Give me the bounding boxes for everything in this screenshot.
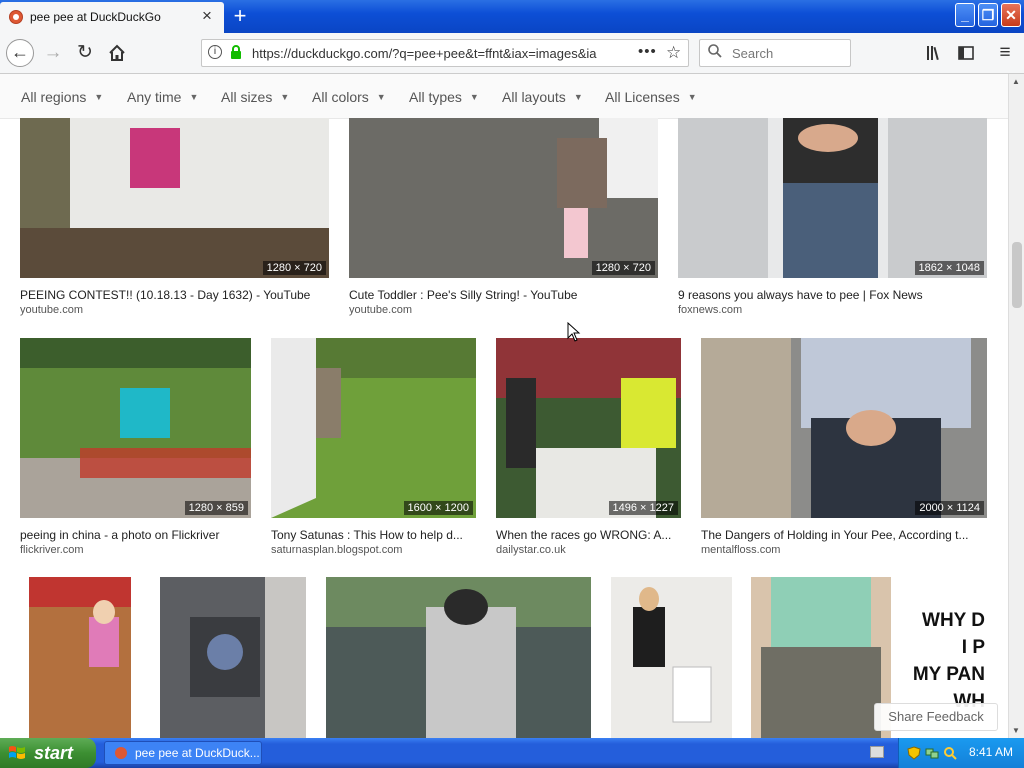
- chevron-down-icon: ▼: [687, 92, 697, 102]
- browser-tab[interactable]: pee pee at DuckDuckGo ×: [0, 2, 224, 33]
- result-thumbnail[interactable]: [160, 577, 306, 738]
- library-icon[interactable]: [920, 40, 948, 66]
- scroll-down-icon[interactable]: ▼: [1012, 726, 1020, 735]
- chevron-down-icon: ▼: [280, 92, 290, 102]
- new-tab-button[interactable]: +: [229, 4, 251, 28]
- result-caption[interactable]: When the races go WRONG: A...: [496, 528, 681, 542]
- scroll-up-icon[interactable]: ▲: [1012, 77, 1020, 86]
- system-tray: 8:41 AM: [898, 738, 1024, 768]
- duckduckgo-favicon-icon: [9, 10, 23, 24]
- image-filter-bar: All regions ▼ Any time ▼ All sizes ▼ All co…: [0, 74, 1008, 119]
- share-feedback-button[interactable]: Share Feedback: [874, 703, 998, 731]
- address-bar[interactable]: i https://duckduckgo.com/?q=pee+pee&t=ff…: [201, 39, 689, 67]
- system-clock: 8:41 AM: [969, 745, 1014, 759]
- result-source[interactable]: mentalfloss.com: [701, 544, 780, 556]
- filter-licenses[interactable]: All Licenses ▼: [605, 89, 697, 105]
- home-icon[interactable]: [103, 40, 131, 66]
- chevron-down-icon: ▼: [94, 92, 104, 102]
- menu-hamburger-icon[interactable]: ≡: [991, 40, 1019, 66]
- chevron-down-icon: ▼: [469, 92, 479, 102]
- search-icon: [708, 44, 722, 61]
- window-close-button[interactable]: ✕: [1001, 3, 1021, 27]
- filter-regions[interactable]: All regions ▼: [21, 89, 103, 105]
- result-source[interactable]: youtube.com: [349, 304, 412, 316]
- result-caption[interactable]: The Dangers of Holding in Your Pee, Acco…: [701, 528, 987, 542]
- tab-close-icon[interactable]: ×: [199, 7, 215, 25]
- image-dimensions: 1280 × 720: [262, 261, 326, 275]
- result-caption[interactable]: peeing in china - a photo on Flickriver: [20, 528, 251, 542]
- back-arrow-icon[interactable]: ←: [6, 39, 34, 67]
- search-placeholder: Search: [732, 46, 774, 61]
- chevron-down-icon: ▼: [573, 92, 583, 102]
- secure-lock-icon: [230, 45, 242, 62]
- result-source[interactable]: foxnews.com: [678, 304, 742, 316]
- image-dimensions: 1862 × 1048: [914, 261, 984, 275]
- result-thumbnail[interactable]: 1280 × 720: [20, 118, 329, 278]
- image-dimensions: 1600 × 1200: [403, 501, 473, 515]
- mouse-pointer-icon: [567, 322, 581, 342]
- result-thumbnail[interactable]: 1280 × 859: [20, 338, 251, 518]
- filter-layouts[interactable]: All layouts ▼: [502, 89, 583, 105]
- filter-colors[interactable]: All colors ▼: [312, 89, 386, 105]
- search-input[interactable]: Search: [699, 39, 851, 67]
- forward-arrow-icon[interactable]: →: [39, 40, 67, 66]
- vertical-scrollbar[interactable]: ▲ ▼: [1008, 74, 1024, 738]
- filter-types[interactable]: All types ▼: [409, 89, 479, 105]
- url-text[interactable]: https://duckduckgo.com/?q=pee+pee&t=ffnt…: [252, 46, 622, 61]
- image-dimensions: 1280 × 859: [184, 501, 248, 515]
- page-actions-icon[interactable]: •••: [638, 43, 657, 60]
- keyboard-icon[interactable]: [870, 746, 884, 758]
- chevron-down-icon: ▼: [189, 92, 199, 102]
- result-thumbnail[interactable]: 1600 × 1200: [271, 338, 476, 518]
- result-source[interactable]: youtube.com: [20, 304, 83, 316]
- result-thumbnail[interactable]: [326, 577, 591, 738]
- network-icon[interactable]: [925, 746, 939, 760]
- site-info-icon[interactable]: i: [208, 45, 222, 59]
- image-dimensions: 1496 × 1227: [608, 501, 678, 515]
- chevron-down-icon: ▼: [376, 92, 386, 102]
- reload-icon[interactable]: ↻: [71, 40, 99, 66]
- result-thumbnail[interactable]: 2000 × 1124: [701, 338, 987, 518]
- navigation-toolbar: ← → ↻ i https://duckduckgo.com/?q=pee+pe…: [0, 33, 1024, 74]
- result-source[interactable]: saturnasplan.blogspot.com: [271, 544, 402, 556]
- sidebar-icon[interactable]: [952, 40, 980, 66]
- start-label: start: [34, 743, 74, 763]
- thumbnail-overlay-text: WHY D I P MY PAN WH: [912, 610, 985, 712]
- result-source[interactable]: flickriver.com: [20, 544, 84, 556]
- tab-title: pee pee at DuckDuckGo: [30, 10, 161, 24]
- windows-logo-icon: [9, 746, 25, 759]
- bookmark-star-icon[interactable]: ☆: [666, 43, 681, 63]
- firefox-icon: [115, 747, 127, 759]
- result-caption[interactable]: Tony Satunas : This How to help d...: [271, 528, 476, 542]
- result-thumbnail[interactable]: 1862 × 1048: [678, 118, 987, 278]
- window-restore-button[interactable]: ❐: [978, 3, 998, 27]
- result-caption[interactable]: 9 reasons you always have to pee | Fox N…: [678, 288, 987, 302]
- image-results-grid: 1280 × 720 PEEING CONTEST!! (10.18.13 - …: [0, 118, 1008, 738]
- scrollbar-thumb[interactable]: [1012, 242, 1022, 308]
- result-thumbnail[interactable]: [611, 577, 732, 738]
- result-thumbnail[interactable]: 1280 × 720: [349, 118, 658, 278]
- taskbar-item-label: pee pee at DuckDuck...: [135, 746, 260, 760]
- result-source[interactable]: dailystar.co.uk: [496, 544, 566, 556]
- start-button[interactable]: start: [0, 738, 96, 768]
- filter-time[interactable]: Any time ▼: [127, 89, 198, 105]
- window-minimize-button[interactable]: _: [955, 3, 975, 27]
- security-shield-icon[interactable]: [907, 746, 921, 760]
- image-dimensions: 1280 × 720: [591, 261, 655, 275]
- image-dimensions: 2000 × 1124: [915, 501, 984, 515]
- taskbar-window-item[interactable]: pee pee at DuckDuck...: [104, 741, 262, 765]
- result-thumbnail[interactable]: [29, 577, 131, 738]
- filter-sizes[interactable]: All sizes ▼: [221, 89, 289, 105]
- search-tray-icon[interactable]: [943, 746, 957, 760]
- result-thumbnail[interactable]: 1496 × 1227: [496, 338, 681, 518]
- result-caption[interactable]: Cute Toddler : Pee's Silly String! - You…: [349, 288, 658, 302]
- result-caption[interactable]: PEEING CONTEST!! (10.18.13 - Day 1632) -…: [20, 288, 329, 302]
